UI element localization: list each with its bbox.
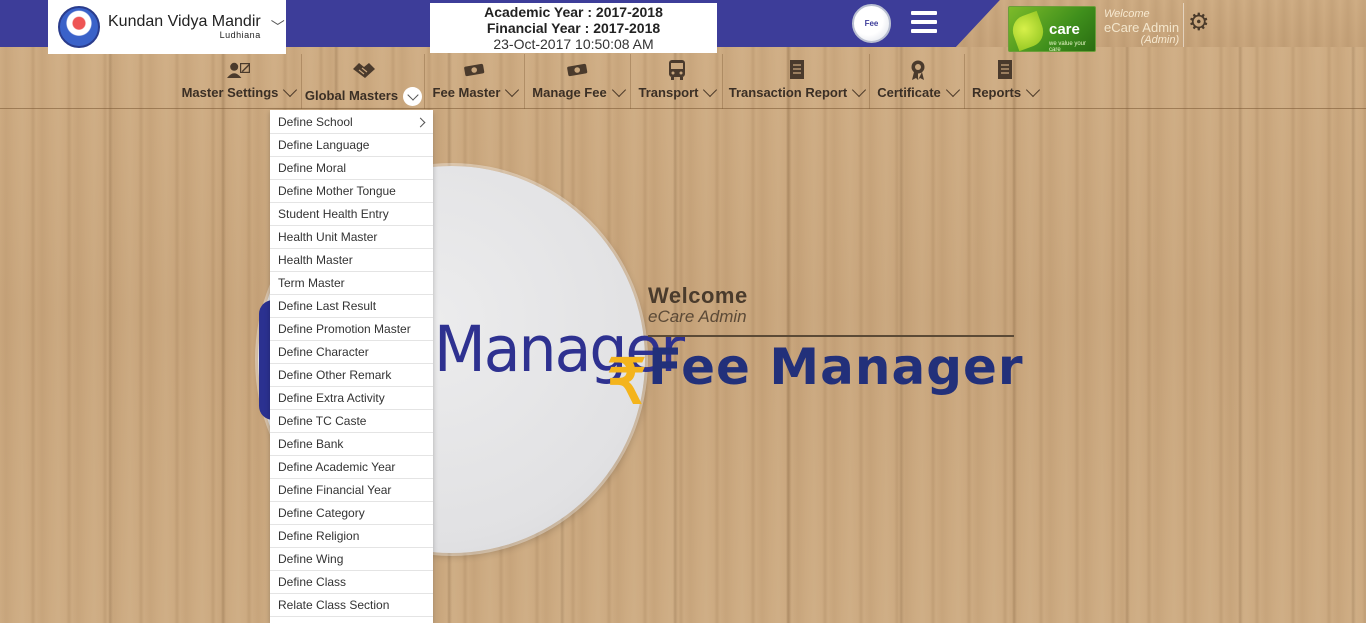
dropdown-item[interactable]: Define Academic Year (270, 456, 433, 479)
menu-label: Transport (638, 85, 699, 100)
dropdown-item-label: Define School (278, 115, 353, 129)
menu-transaction-report[interactable]: Transaction Report (724, 54, 870, 109)
menu-certificate[interactable]: Certificate (871, 54, 965, 109)
dropdown-item[interactable]: Define Moral (270, 157, 433, 180)
chevron-down-icon (945, 82, 960, 98)
school-selector[interactable]: Kundan Vidya Mandir Ludhiana ﹀ (48, 0, 286, 54)
menu-global-masters[interactable]: Global Masters (303, 54, 425, 109)
dropdown-item[interactable]: Define Last Result (270, 295, 433, 318)
chevron-down-icon (403, 87, 423, 106)
page-title: Fee Manager (648, 338, 1024, 396)
global-masters-dropdown: Define School Define Language Define Mor… (270, 110, 433, 623)
dropdown-item[interactable]: Define Religion (270, 525, 433, 548)
menu-label: Global Masters (304, 88, 399, 103)
current-datetime: 23-Oct-2017 10:50:08 AM (493, 36, 654, 52)
dropdown-item[interactable]: Define TC Caste (270, 410, 433, 433)
chevron-right-icon (415, 117, 426, 128)
dropdown-item[interactable]: Student Health Entry (270, 203, 433, 226)
chevron-down-icon (611, 82, 626, 98)
award-icon (906, 59, 930, 81)
settings-user-icon (226, 59, 251, 81)
menu-label: Transaction Report (728, 85, 848, 100)
ecare-brand: care (1049, 21, 1080, 38)
dropdown-item[interactable]: Define Language (270, 134, 433, 157)
school-name: Kundan Vidya Mandir (108, 13, 261, 30)
chevron-down-icon[interactable]: ﹀ (271, 17, 285, 37)
chevron-down-icon (505, 82, 520, 98)
dropdown-item[interactable]: Define Financial Year (270, 479, 433, 502)
dropdown-item[interactable]: Define Other Remark (270, 364, 433, 387)
menu-fee-master[interactable]: Fee Master (426, 54, 525, 109)
chevron-down-icon (852, 82, 867, 98)
user-name: eCare Admin (1104, 20, 1180, 35)
dropdown-item[interactable]: Define Bank (270, 433, 433, 456)
financial-year: Financial Year : 2017-2018 (486, 20, 661, 36)
dropdown-item-define-school[interactable]: Define School (270, 110, 433, 134)
menu-transport[interactable]: Transport (632, 54, 723, 109)
hero-divider (648, 335, 1014, 337)
leaf-icon (1009, 10, 1048, 51)
menu-master-settings[interactable]: Master Settings (176, 54, 302, 109)
chevron-down-icon (1025, 82, 1041, 98)
dropdown-item[interactable]: Relate Class Section (270, 594, 433, 617)
handshake-icon (352, 59, 376, 81)
welcome-user: eCare Admin (648, 307, 747, 326)
menu-label: Fee Master (432, 85, 501, 100)
ecare-logo: care we value your care (1008, 6, 1096, 52)
welcome-heading: Welcome (648, 283, 748, 308)
menu-label: Reports (971, 85, 1022, 100)
dropdown-item[interactable]: Define Class (270, 571, 433, 594)
money-icon (566, 59, 590, 81)
bus-icon (665, 59, 689, 81)
chevron-down-icon (703, 82, 718, 98)
session-info: Academic Year : 2017-2018 Financial Year… (430, 3, 717, 53)
menu-label: Certificate (877, 85, 941, 100)
dropdown-item[interactable]: Health Master (270, 249, 433, 272)
menu-label: Master Settings (181, 85, 279, 100)
fee-manager-logo-icon[interactable]: Fee (852, 4, 891, 43)
menu-label: Manage Fee (532, 85, 607, 100)
dropdown-item[interactable]: Define Category (270, 502, 433, 525)
dropdown-item[interactable]: Health Unit Master (270, 226, 433, 249)
money-icon (463, 59, 487, 81)
dropdown-item[interactable]: Define Extra Activity (270, 387, 433, 410)
menu-manage-fee[interactable]: Manage Fee (526, 54, 631, 109)
user-role: (Admin) (1140, 34, 1180, 46)
ecare-tagline: we value your care (1049, 41, 1087, 52)
gear-icon[interactable]: ⚙ (1188, 11, 1210, 35)
menu-reports[interactable]: Reports (966, 54, 1044, 109)
hamburger-menu-icon[interactable] (911, 11, 937, 33)
report-icon (785, 59, 809, 81)
rupee-icon: ₹ (607, 348, 647, 417)
academic-year: Academic Year : 2017-2018 (484, 4, 663, 20)
dropdown-item[interactable]: Define Promotion Master (270, 318, 433, 341)
dropdown-item[interactable]: Define Mother Tongue (270, 180, 433, 203)
school-logo (58, 6, 100, 48)
school-city: Ludhiana (219, 30, 261, 40)
header-divider (1183, 3, 1184, 47)
dropdown-item[interactable]: Define Wing (270, 548, 433, 571)
chevron-down-icon (283, 82, 298, 98)
dropdown-item[interactable]: Define Character (270, 341, 433, 364)
dropdown-item[interactable]: Term Master (270, 272, 433, 295)
user-welcome: Welcome eCare Admin (Admin) (1104, 8, 1179, 47)
main-menu: Master Settings Global Masters Fee Maste… (0, 54, 1366, 109)
report-icon (993, 59, 1017, 81)
